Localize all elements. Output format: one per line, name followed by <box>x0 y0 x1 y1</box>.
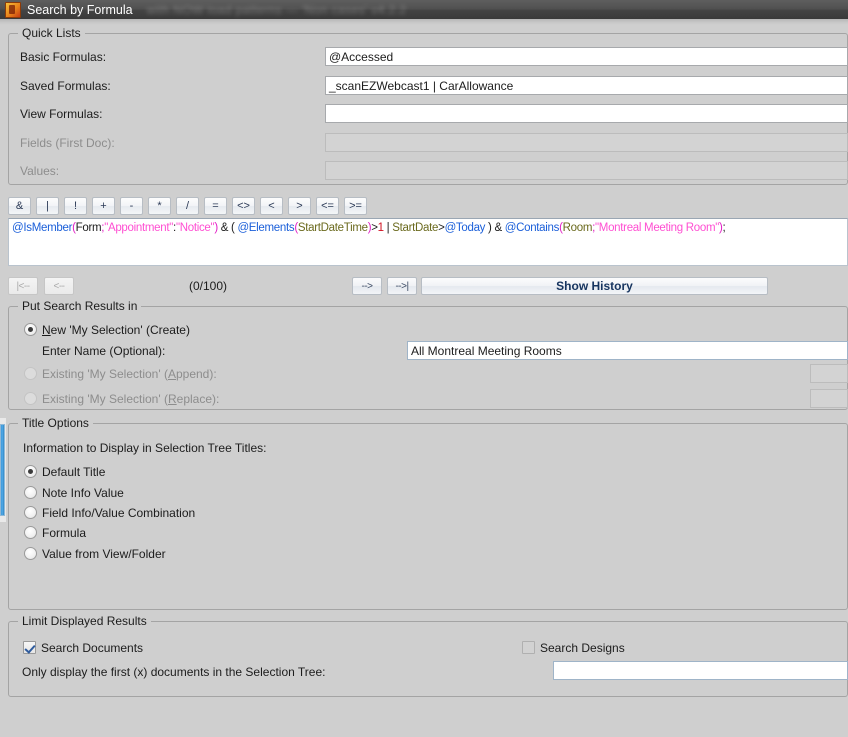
history-next-button[interactable]: --> <box>352 277 382 295</box>
fields-first-doc-label: Fields (First Doc): <box>20 136 115 150</box>
radio-new-my-selection[interactable] <box>24 323 37 336</box>
radio-formula[interactable] <box>24 526 37 539</box>
formula-token: @Today <box>444 222 486 234</box>
existing-replace-combo <box>810 389 848 408</box>
enter-name-label: Enter Name (Optional): <box>42 344 166 358</box>
checkbox-search-documents[interactable] <box>23 641 36 654</box>
radio-formula-label: Formula <box>42 526 87 540</box>
left-scrollbar-thumb[interactable] <box>0 424 5 516</box>
radio-note-info-value-label: Note Info Value <box>42 486 124 500</box>
formula-token: @Contains <box>504 222 560 234</box>
history-first-button[interactable]: |<-- <box>8 277 38 295</box>
radio-field-info-value-combination[interactable] <box>24 506 37 519</box>
formula-token: "Appointment" <box>104 222 174 234</box>
history-prev-button[interactable]: <-- <box>44 277 74 295</box>
only-display-first-input[interactable] <box>553 661 848 680</box>
radio-existing-append-text-post: ppend): <box>175 367 217 381</box>
radio-value-from-view-folder[interactable] <box>24 547 37 560</box>
formula-text: @IsMember(Form;"Appointment":"Notice") &… <box>9 219 847 238</box>
accel-a: A <box>167 367 176 381</box>
radio-existing-replace <box>24 392 37 405</box>
formula-token: Form <box>75 222 102 234</box>
fields-first-doc-combo <box>325 133 848 152</box>
operator-button-[interactable]: + <box>92 197 115 215</box>
values-combo <box>325 161 848 180</box>
basic-formulas-combo[interactable]: @Accessed <box>325 47 848 66</box>
only-display-first-label: Only display the first (x) documents in … <box>22 665 326 679</box>
formula-token: @IsMember <box>12 222 73 234</box>
radio-value-from-view-folder-label: Value from View/Folder <box>42 547 166 561</box>
formula-token: & ( <box>217 222 238 234</box>
accel-r: R <box>167 392 177 406</box>
enter-name-input[interactable]: All Montreal Meeting Rooms <box>407 341 848 360</box>
operator-button-[interactable]: ! <box>64 197 87 215</box>
put-results-caption: Put Search Results in <box>18 299 142 313</box>
radio-default-title[interactable] <box>24 465 37 478</box>
formula-token: StartDate <box>392 222 439 234</box>
basic-formulas-label: Basic Formulas: <box>20 50 107 64</box>
checkbox-search-documents-label: Search Documents <box>41 641 144 655</box>
window-title: Search by Formula <box>27 2 133 17</box>
radio-default-title-label: Default Title <box>42 465 106 479</box>
operator-button-[interactable]: * <box>148 197 171 215</box>
operator-button-[interactable]: > <box>288 197 311 215</box>
show-history-button[interactable]: Show History <box>421 277 768 295</box>
formula-token: | <box>383 222 393 234</box>
operator-button-[interactable]: - <box>120 197 143 215</box>
radio-new-my-selection-text: ew 'My Selection' (Create) <box>50 323 190 337</box>
view-formulas-combo[interactable] <box>325 104 848 123</box>
operator-button-[interactable]: = <box>204 197 227 215</box>
saved-formulas-label: Saved Formulas: <box>20 79 111 93</box>
operator-toolbar: & |! + - * / = <> < > <= >= <box>8 197 367 215</box>
formula-token: ) & <box>485 222 505 234</box>
operator-button-[interactable]: | <box>36 197 59 215</box>
limit-results-group: Limit Displayed Results <box>8 614 848 697</box>
formula-token: "Notice" <box>175 222 215 234</box>
formula-editor[interactable]: @IsMember(Form;"Appointment":"Notice") &… <box>8 218 848 266</box>
existing-append-combo <box>810 364 848 383</box>
window-title-blurred-suffix: with NOW load patterns — 'Non cases' v4.… <box>146 2 407 17</box>
view-formulas-label: View Formulas: <box>20 107 103 121</box>
formula-token: ; <box>722 222 726 234</box>
operator-button-[interactable]: >= <box>344 197 367 215</box>
radio-existing-append-label: Existing 'My Selection' (Append): <box>42 367 217 381</box>
operator-button-[interactable]: <= <box>316 197 339 215</box>
title-options-subtitle: Information to Display in Selection Tree… <box>23 441 267 455</box>
radio-new-my-selection-label: New 'My Selection' (Create) <box>42 323 190 337</box>
quick-lists-caption: Quick Lists <box>18 26 85 40</box>
radio-existing-replace-label: Existing 'My Selection' (Replace): <box>42 392 219 406</box>
values-label: Values: <box>20 164 60 178</box>
limit-results-caption: Limit Displayed Results <box>18 614 151 628</box>
operator-button-[interactable]: < <box>260 197 283 215</box>
window-titlebar[interactable]: Search by Formula with NOW load patterns… <box>0 0 848 19</box>
formula-token: @Elements <box>237 222 295 234</box>
operator-button-[interactable]: / <box>176 197 199 215</box>
radio-existing-append <box>24 367 37 380</box>
titlebar-shadow <box>0 19 848 25</box>
app-icon <box>5 1 21 18</box>
operator-button-[interactable]: <> <box>232 197 255 215</box>
radio-existing-replace-text-pre: Existing 'My Selection' ( <box>42 392 168 406</box>
radio-existing-append-text-pre: Existing 'My Selection' ( <box>42 367 168 381</box>
formula-token: StartDateTime <box>297 222 368 234</box>
history-last-button[interactable]: -->| <box>387 277 417 295</box>
checkbox-search-designs[interactable] <box>522 641 535 654</box>
saved-formulas-combo[interactable]: _scanEZWebcast1 | CarAllowance <box>325 76 848 95</box>
operator-button-[interactable]: & <box>8 197 31 215</box>
checkbox-search-designs-label: Search Designs <box>540 641 625 655</box>
radio-note-info-value[interactable] <box>24 486 37 499</box>
title-options-caption: Title Options <box>18 416 93 430</box>
history-counter: (0/100) <box>189 279 228 293</box>
accel-n: N <box>42 323 51 337</box>
radio-field-info-value-combination-label: Field Info/Value Combination <box>42 506 196 520</box>
formula-token: "Montreal Meeting Room" <box>595 222 720 234</box>
radio-existing-replace-text-post: eplace): <box>176 392 220 406</box>
formula-token: Room <box>562 222 593 234</box>
